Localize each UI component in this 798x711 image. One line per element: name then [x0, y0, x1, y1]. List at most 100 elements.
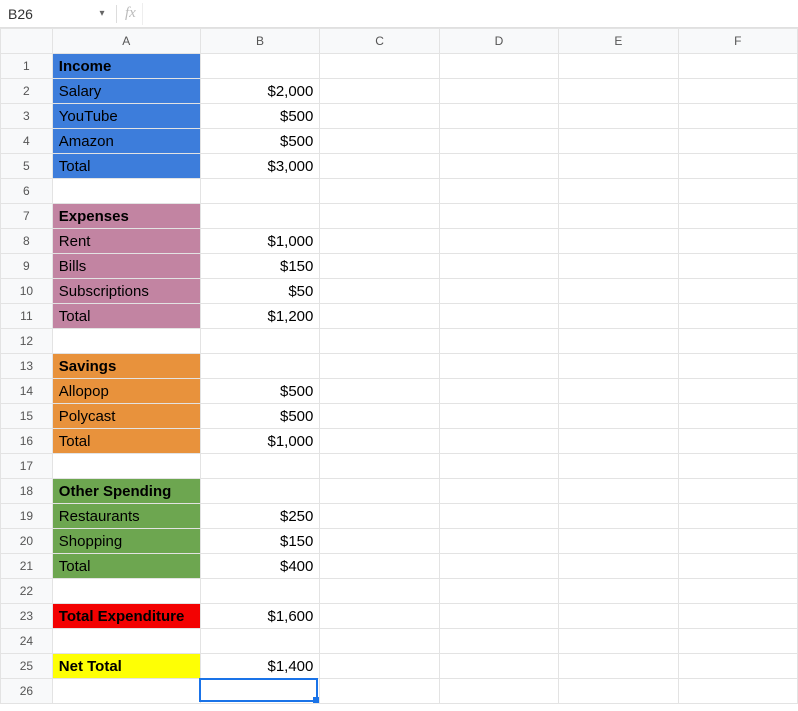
cell-A16[interactable]: Total: [52, 429, 200, 454]
cell-C26[interactable]: [320, 679, 439, 704]
cell-A3[interactable]: YouTube: [52, 104, 200, 129]
cell-D17[interactable]: [439, 454, 558, 479]
cell-C25[interactable]: [320, 654, 439, 679]
cell-D2[interactable]: [439, 79, 558, 104]
column-header-D[interactable]: D: [439, 29, 558, 54]
cell-F24[interactable]: [678, 629, 797, 654]
cell-B24[interactable]: [200, 629, 320, 654]
cell-F14[interactable]: [678, 379, 797, 404]
cell-B21[interactable]: $400: [200, 554, 320, 579]
cell-D23[interactable]: [439, 604, 558, 629]
cell-C10[interactable]: [320, 279, 439, 304]
cell-D12[interactable]: [439, 329, 558, 354]
cell-B3[interactable]: $500: [200, 104, 320, 129]
cell-A19[interactable]: Restaurants: [52, 504, 200, 529]
row-header-18[interactable]: 18: [1, 479, 53, 504]
cell-F1[interactable]: [678, 54, 797, 79]
row-header-24[interactable]: 24: [1, 629, 53, 654]
cell-B5[interactable]: $3,000: [200, 154, 320, 179]
cell-A9[interactable]: Bills: [52, 254, 200, 279]
cell-D1[interactable]: [439, 54, 558, 79]
cell-B11[interactable]: $1,200: [200, 304, 320, 329]
cell-A20[interactable]: Shopping: [52, 529, 200, 554]
cell-A15[interactable]: Polycast: [52, 404, 200, 429]
column-header-F[interactable]: F: [678, 29, 797, 54]
cell-F19[interactable]: [678, 504, 797, 529]
cell-C24[interactable]: [320, 629, 439, 654]
row-header-17[interactable]: 17: [1, 454, 53, 479]
cell-C2[interactable]: [320, 79, 439, 104]
cell-C5[interactable]: [320, 154, 439, 179]
cell-C19[interactable]: [320, 504, 439, 529]
cell-E16[interactable]: [559, 429, 678, 454]
cell-C14[interactable]: [320, 379, 439, 404]
cell-D4[interactable]: [439, 129, 558, 154]
cell-C20[interactable]: [320, 529, 439, 554]
name-box[interactable]: B26: [0, 6, 92, 22]
cell-F11[interactable]: [678, 304, 797, 329]
cell-F9[interactable]: [678, 254, 797, 279]
column-header-B[interactable]: B: [200, 29, 320, 54]
cell-B9[interactable]: $150: [200, 254, 320, 279]
row-header-16[interactable]: 16: [1, 429, 53, 454]
cell-A5[interactable]: Total: [52, 154, 200, 179]
row-header-4[interactable]: 4: [1, 129, 53, 154]
cell-F20[interactable]: [678, 529, 797, 554]
cell-E26[interactable]: [559, 679, 678, 704]
cell-E10[interactable]: [559, 279, 678, 304]
cell-A26[interactable]: [52, 679, 200, 704]
cell-B26[interactable]: [200, 679, 320, 704]
cell-E5[interactable]: [559, 154, 678, 179]
cell-B20[interactable]: $150: [200, 529, 320, 554]
cell-A6[interactable]: [52, 179, 200, 204]
cell-E9[interactable]: [559, 254, 678, 279]
cell-D3[interactable]: [439, 104, 558, 129]
cell-D25[interactable]: [439, 654, 558, 679]
cell-A21[interactable]: Total: [52, 554, 200, 579]
cell-F22[interactable]: [678, 579, 797, 604]
column-header-C[interactable]: C: [320, 29, 439, 54]
cell-B14[interactable]: $500: [200, 379, 320, 404]
column-header-A[interactable]: A: [52, 29, 200, 54]
cell-C1[interactable]: [320, 54, 439, 79]
cell-E1[interactable]: [559, 54, 678, 79]
cell-D16[interactable]: [439, 429, 558, 454]
cell-B10[interactable]: $50: [200, 279, 320, 304]
cell-D21[interactable]: [439, 554, 558, 579]
cell-E25[interactable]: [559, 654, 678, 679]
row-header-2[interactable]: 2: [1, 79, 53, 104]
cell-B17[interactable]: [200, 454, 320, 479]
cell-D11[interactable]: [439, 304, 558, 329]
cell-A17[interactable]: [52, 454, 200, 479]
cell-C4[interactable]: [320, 129, 439, 154]
cell-B13[interactable]: [200, 354, 320, 379]
row-header-6[interactable]: 6: [1, 179, 53, 204]
cell-A11[interactable]: Total: [52, 304, 200, 329]
cell-F26[interactable]: [678, 679, 797, 704]
cell-C12[interactable]: [320, 329, 439, 354]
cell-E19[interactable]: [559, 504, 678, 529]
row-header-19[interactable]: 19: [1, 504, 53, 529]
cell-E2[interactable]: [559, 79, 678, 104]
row-header-14[interactable]: 14: [1, 379, 53, 404]
cell-B25[interactable]: $1,400: [200, 654, 320, 679]
cell-B18[interactable]: [200, 479, 320, 504]
cell-B15[interactable]: $500: [200, 404, 320, 429]
cell-E24[interactable]: [559, 629, 678, 654]
cell-E4[interactable]: [559, 129, 678, 154]
cell-B1[interactable]: [200, 54, 320, 79]
cell-E6[interactable]: [559, 179, 678, 204]
cell-F8[interactable]: [678, 229, 797, 254]
cell-E12[interactable]: [559, 329, 678, 354]
row-header-7[interactable]: 7: [1, 204, 53, 229]
cell-B2[interactable]: $2,000: [200, 79, 320, 104]
cell-C23[interactable]: [320, 604, 439, 629]
cell-E21[interactable]: [559, 554, 678, 579]
cell-D7[interactable]: [439, 204, 558, 229]
cell-B16[interactable]: $1,000: [200, 429, 320, 454]
row-header-1[interactable]: 1: [1, 54, 53, 79]
cell-E22[interactable]: [559, 579, 678, 604]
row-header-23[interactable]: 23: [1, 604, 53, 629]
row-header-26[interactable]: 26: [1, 679, 53, 704]
row-header-20[interactable]: 20: [1, 529, 53, 554]
